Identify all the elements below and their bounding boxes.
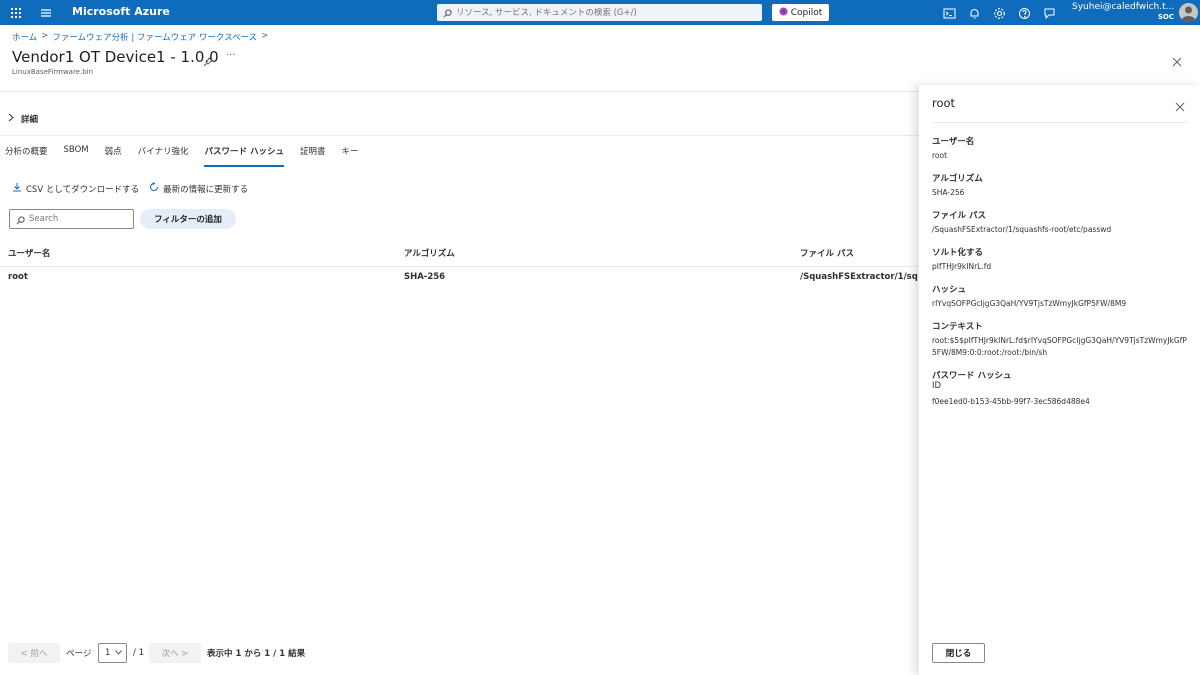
column-header-file-path[interactable]: ファイル パス <box>800 247 854 259</box>
close-icon[interactable] <box>1175 97 1185 116</box>
page-label: ページ <box>66 649 92 659</box>
field-label-salt: ソルト化する <box>932 248 984 258</box>
chevron-right-icon: > <box>41 31 49 41</box>
search-icon <box>443 3 452 22</box>
global-search-input[interactable] <box>456 7 746 18</box>
page-select[interactable]: 1 <box>98 643 127 663</box>
avatar[interactable] <box>1179 3 1198 22</box>
page-select-value: 1 <box>105 648 111 658</box>
field-label-username: ユーザー名 <box>932 137 975 147</box>
cell-algorithm: SHA-256 <box>404 272 446 282</box>
command-bar: CSV としてダウンロードする 最新の情報に更新する <box>12 182 248 195</box>
download-csv-label: CSV としてダウンロードする <box>26 184 140 195</box>
tab-sbom[interactable]: SBOM <box>64 145 89 167</box>
close-blade-icon[interactable] <box>1172 52 1182 71</box>
details-label: 詳細 <box>21 115 39 125</box>
next-page-button[interactable]: 次へ > <box>149 643 201 663</box>
top-bar: Microsoft Azure Copilot Syuhei@caledfwic… <box>0 0 1200 25</box>
download-icon <box>12 182 22 195</box>
table-search[interactable] <box>9 209 134 229</box>
cell-username[interactable]: root <box>8 272 28 282</box>
field-value-context: root:$5$pIfTHJr9kINrL.fd$rIYvqSOFPGcIjgG… <box>932 336 1187 357</box>
copilot-icon <box>779 6 788 19</box>
panel-title: root <box>932 96 956 110</box>
chevron-right-icon <box>8 113 14 125</box>
field-value-file-path: /SquashFSExtractor/1/squashfs-root/etc/p… <box>932 225 1112 234</box>
download-csv-button[interactable]: CSV としてダウンロードする <box>12 182 139 195</box>
field-value-algorithm: SHA-256 <box>932 188 965 197</box>
details-toggle[interactable]: 詳細 <box>8 113 38 125</box>
tab-bar: 分析の概要 SBOM 弱点 バイナリ強化 パスワード ハッシュ 証明書 キー <box>5 145 374 167</box>
account-menu[interactable]: Syuhei@caledfwich.t... SOC <box>1072 2 1174 22</box>
result-summary: 表示中 1 から 1 / 1 結果 <box>207 649 306 659</box>
feedback-icon[interactable] <box>1043 5 1056 24</box>
page-subtitle: LinuxBaseFirmware.bin <box>12 68 94 76</box>
refresh-button[interactable]: 最新の情報に更新する <box>149 182 248 195</box>
page-total: / 1 <box>133 648 144 658</box>
field-value-password-hash-id: f0ee1ed0-b153-45bb-99f7-3ec586d488e4 <box>932 397 1090 406</box>
breadcrumb: ホーム > ファームウェア分析 | ファームウェア ワークスペース > <box>12 31 268 43</box>
search-icon <box>16 210 25 229</box>
field-label-id: ID <box>932 381 942 391</box>
details-panel: root ユーザー名 root アルゴリズム SHA-256 ファイル パス /… <box>918 85 1200 675</box>
search-input[interactable] <box>29 214 129 224</box>
app-launcher-icon[interactable] <box>8 5 24 21</box>
page-title: Vendor1 OT Device1 - 1.0.0 <box>12 48 219 66</box>
divider <box>0 135 918 136</box>
divider <box>0 91 918 92</box>
breadcrumb-workspace[interactable]: ファームウェア分析 | ファームウェア ワークスペース <box>52 31 257 43</box>
user-org: SOC <box>1157 13 1174 21</box>
field-label-hash: ハッシュ <box>932 285 967 295</box>
breadcrumb-home[interactable]: ホーム <box>12 31 37 43</box>
chevron-down-icon <box>115 648 122 658</box>
cell-file-path: /SquashFSExtractor/1/squash <box>800 272 918 282</box>
settings-gear-icon[interactable] <box>993 5 1006 24</box>
copilot-label: Copilot <box>790 7 823 18</box>
notifications-bell-icon[interactable] <box>968 5 981 24</box>
tab-weaknesses[interactable]: 弱点 <box>105 145 122 167</box>
field-label-file-path: ファイル パス <box>932 211 986 221</box>
tab-binary-hardening[interactable]: バイナリ強化 <box>138 145 189 167</box>
divider <box>932 122 1187 123</box>
field-label-algorithm: アルゴリズム <box>932 174 983 184</box>
brand-title[interactable]: Microsoft Azure <box>72 5 170 18</box>
field-value-hash: rIYvqSOFPGcIjgG3QaH/YV9TjsTzWmyJkGfP5FW/… <box>932 299 1127 308</box>
tab-password-hashes[interactable]: パスワード ハッシュ <box>204 145 284 167</box>
column-header-algorithm[interactable]: アルゴリズム <box>404 247 455 259</box>
column-header-username[interactable]: ユーザー名 <box>8 247 50 259</box>
refresh-icon <box>149 182 159 195</box>
prev-page-button[interactable]: < 前へ <box>8 643 60 663</box>
user-name: Syuhei@caledfwich.t... <box>1072 2 1175 12</box>
tab-overview[interactable]: 分析の概要 <box>5 145 48 167</box>
chevron-right-icon: > <box>261 31 269 41</box>
close-button[interactable]: 閉じる <box>932 643 985 663</box>
field-value-username: root <box>932 151 948 160</box>
field-label-password-hash-id: パスワード ハッシュ <box>932 371 1012 381</box>
pin-icon[interactable] <box>203 52 213 71</box>
help-icon[interactable] <box>1018 5 1031 24</box>
add-filter-button[interactable]: フィルターの追加 <box>140 209 236 229</box>
refresh-label: 最新の情報に更新する <box>163 184 249 195</box>
field-value-salt: pIfTHJr9kINrL.fd <box>932 262 992 271</box>
global-search[interactable] <box>437 4 762 21</box>
copilot-button[interactable]: Copilot <box>772 4 829 21</box>
field-label-context: コンテキスト <box>932 322 983 332</box>
more-options-icon[interactable]: ··· <box>226 50 236 61</box>
divider <box>0 266 918 267</box>
tab-certificates[interactable]: 証明書 <box>300 145 326 167</box>
hamburger-menu-icon[interactable] <box>38 5 54 21</box>
tab-keys[interactable]: キー <box>341 145 358 167</box>
cloud-shell-icon[interactable] <box>943 5 956 24</box>
